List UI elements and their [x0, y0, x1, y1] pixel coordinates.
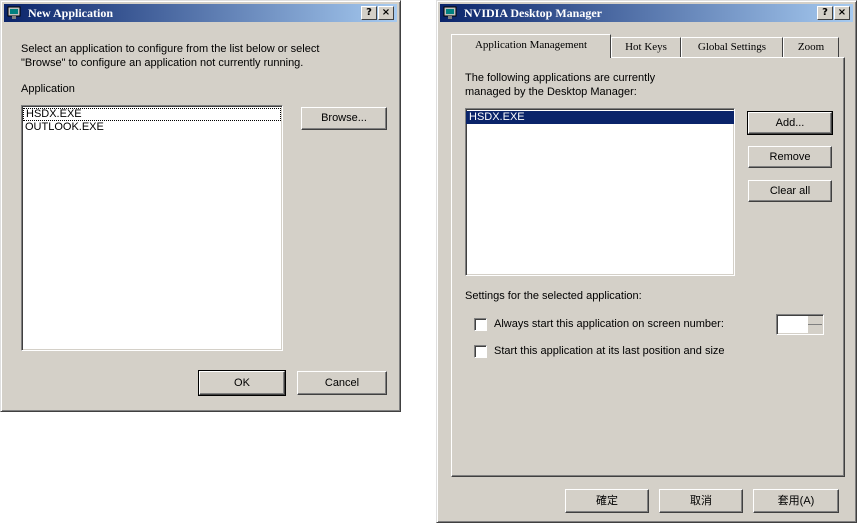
close-button[interactable]: × [834, 6, 850, 20]
list-item[interactable]: OUTLOOK.EXE [22, 121, 282, 134]
cancel-button-label: Cancel [324, 377, 360, 389]
apply-button[interactable]: 套用(A) [753, 489, 839, 513]
list-item[interactable]: HSDX.EXE [466, 111, 734, 124]
tab-zoom[interactable]: Zoom [783, 37, 839, 57]
spinner-down-arrow-icon[interactable] [808, 325, 822, 333]
last-position-checkbox[interactable] [474, 345, 487, 358]
window-title: New Application [28, 6, 114, 20]
tab-panel: The following applications are currently… [451, 57, 845, 477]
nvidia-desktop-manager-dialog: NVIDIA Desktop Manager ? × Application M… [436, 0, 857, 523]
instructions-line-2: "Browse" to configure an application not… [21, 57, 304, 69]
tab-global-settings[interactable]: Global Settings [681, 37, 783, 57]
managed-apps-description-2: managed by the Desktop Manager: [465, 86, 637, 98]
last-position-label[interactable]: Start this application at its last posit… [494, 345, 725, 357]
settings-label: Settings for the selected application: [465, 290, 642, 302]
clear-all-button-label: Clear all [769, 185, 811, 197]
screen-number-spinner[interactable] [776, 314, 824, 335]
ok-button[interactable]: OK [198, 370, 286, 396]
close-button[interactable]: × [378, 6, 394, 20]
application-list-label: Application [21, 83, 75, 95]
spinner-up-arrow-icon[interactable] [808, 316, 822, 325]
cancel-button[interactable]: 取消 [659, 489, 743, 513]
clear-all-button[interactable]: Clear all [748, 180, 832, 202]
ok-button[interactable]: 確定 [565, 489, 649, 513]
managed-apps-description-1: The following applications are currently [465, 72, 656, 84]
remove-button-label: Remove [769, 151, 811, 163]
remove-button[interactable]: Remove [748, 146, 832, 168]
tab-hot-keys[interactable]: Hot Keys [611, 37, 681, 57]
always-start-checkbox[interactable] [474, 318, 487, 331]
managed-apps-list[interactable]: HSDX.EXE [465, 108, 735, 276]
instructions-line-1: Select an application to configure from … [21, 43, 320, 55]
title-bar[interactable]: NVIDIA Desktop Manager ? × [440, 4, 853, 22]
app-icon [7, 6, 21, 19]
tab-application-management[interactable]: Application Management [451, 34, 611, 58]
add-button[interactable]: Add... [747, 111, 833, 135]
cancel-button-label: 取消 [690, 495, 712, 507]
application-list[interactable]: HSDX.EXE OUTLOOK.EXE [21, 105, 283, 351]
help-button[interactable]: ? [817, 6, 833, 20]
browse-button[interactable]: Browse... [301, 107, 387, 130]
ok-button-label: OK [234, 377, 250, 389]
help-button[interactable]: ? [361, 6, 377, 20]
always-start-label[interactable]: Always start this application on screen … [494, 318, 724, 330]
ok-button-label: 確定 [596, 495, 618, 507]
window-title: NVIDIA Desktop Manager [464, 6, 602, 20]
browse-button-label: Browse... [321, 112, 367, 124]
app-icon [443, 6, 457, 19]
new-application-dialog: New Application ? × Select an applicatio… [0, 0, 401, 412]
add-button-label: Add... [775, 117, 805, 129]
list-item[interactable]: HSDX.EXE [23, 108, 281, 121]
apply-button-label: 套用(A) [777, 495, 815, 507]
title-bar[interactable]: New Application ? × [4, 4, 397, 22]
cancel-button[interactable]: Cancel [297, 371, 387, 395]
